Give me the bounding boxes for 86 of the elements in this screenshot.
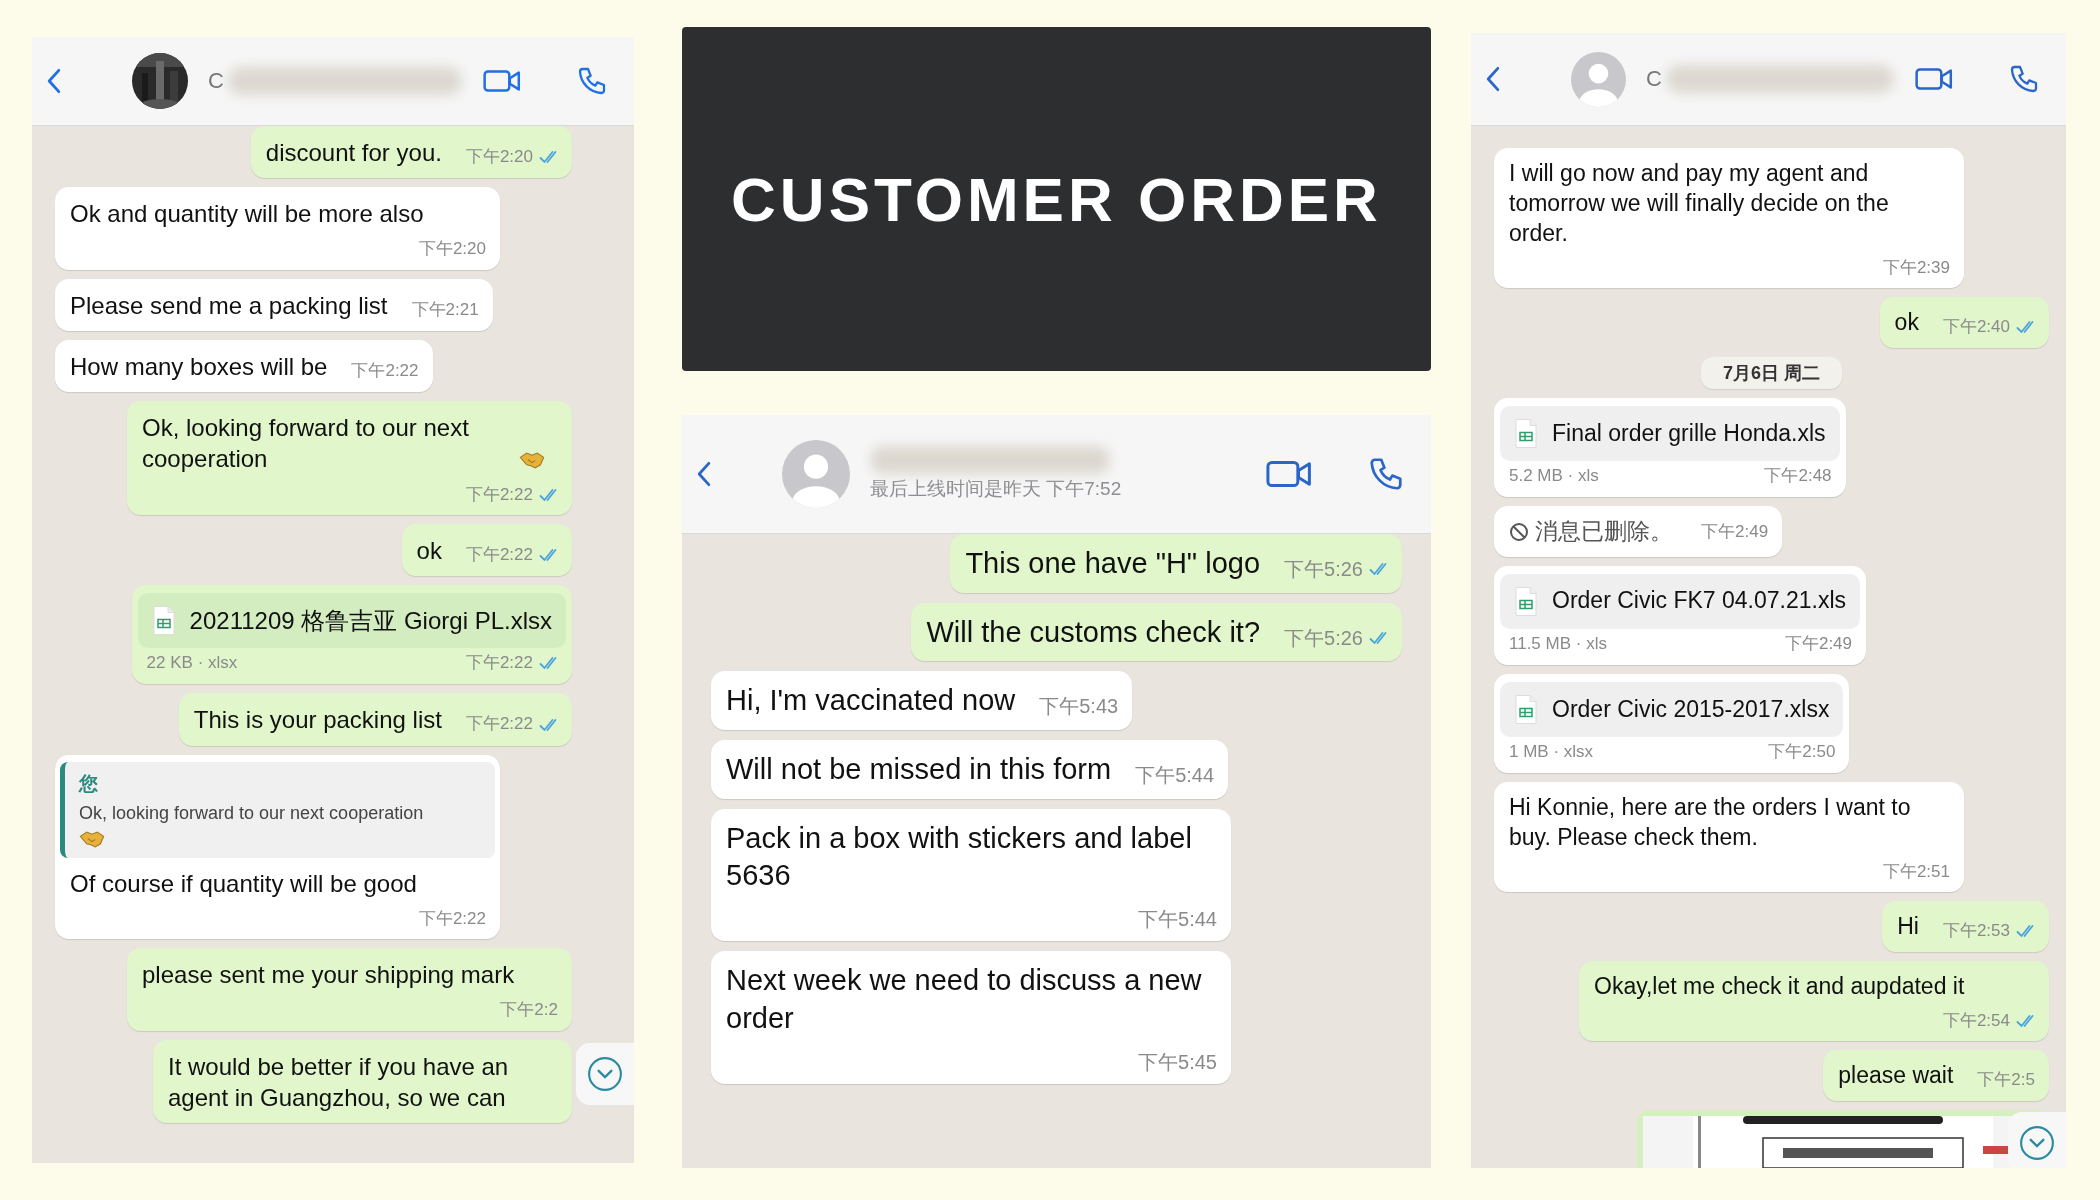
- file-attachment[interactable]: 20211209 格鲁吉亚 Giorgi PL.xlsx: [137, 593, 566, 649]
- message-text: Will the customs check it?: [926, 614, 1261, 650]
- message-text: This is your packing list: [193, 705, 442, 736]
- file-name: Order Civic 2015-2017.xlsx: [1552, 694, 1830, 724]
- banner-title: CUSTOMER ORDER: [731, 163, 1382, 235]
- message-text: Hi, I'm vaccinated now: [726, 683, 1016, 719]
- message-time: 下午5:26: [1284, 557, 1363, 581]
- message-text: It would be better if you have an agent in Guangzhou, so we can: [168, 1051, 510, 1113]
- file-name: Final order grille Honda.xls: [1552, 418, 1826, 448]
- message-time: 下午5:44: [1138, 907, 1217, 932]
- message-time: 下午2:50: [1768, 741, 1836, 763]
- phone-icon[interactable]: [1367, 455, 1405, 493]
- file-name: Order Civic FK7 04.07.21.xls: [1552, 586, 1846, 616]
- back-icon[interactable]: [696, 460, 712, 488]
- message-time: 下午2:22: [465, 544, 533, 566]
- message-time: 下午5:26: [1284, 625, 1363, 650]
- message-time: 下午2:5: [1977, 1070, 2035, 1091]
- message-text: Will not be missed in this form: [726, 752, 1112, 788]
- message-time: 下午2:2: [500, 1000, 558, 1021]
- video-call-icon[interactable]: [482, 67, 522, 95]
- message-text: How many boxes will be: [70, 351, 328, 382]
- message-text: Next week we need to discuss a new order: [726, 963, 1203, 1036]
- message-time: 下午2:39: [1882, 257, 1950, 279]
- message-time: 下午5:45: [1138, 1049, 1217, 1074]
- file-attachment[interactable]: Order Civic FK7 04.07.21.xls: [1500, 573, 1860, 629]
- message-text: Please send me a packing list: [70, 290, 388, 321]
- file-info: 5.2 MB · xls: [1509, 464, 1599, 487]
- message-text: 消息已删除。: [1535, 517, 1673, 547]
- deleted-icon: [1509, 522, 1529, 542]
- chevron-down-icon: [587, 1056, 623, 1092]
- last-seen-status: 最后上线时间是昨天 下午7:52: [870, 477, 1123, 501]
- back-icon[interactable]: [46, 67, 62, 95]
- message-text: ok: [1894, 308, 1919, 338]
- phone-icon[interactable]: [2008, 63, 2040, 95]
- date-separator: 7月6日 周二: [1701, 356, 1842, 389]
- message-time: 下午2:40: [1942, 317, 2010, 338]
- message-text: Hi Konnie, here are the orders I want to buy. Please check them.: [1509, 793, 1912, 852]
- message-time: 下午2:20: [418, 239, 486, 260]
- video-call-icon[interactable]: [1914, 65, 1954, 93]
- contact-name: C: [208, 68, 224, 94]
- message-time: 下午2:21: [411, 299, 479, 321]
- message-time: 下午2:22: [418, 908, 486, 930]
- message-text: Of course if quantity will be good: [70, 868, 417, 899]
- file-info: 11.5 MB · xls: [1509, 632, 1607, 655]
- message-time: 下午2:20: [465, 147, 533, 168]
- message-time: 下午2:22: [465, 653, 533, 674]
- message-time: 下午2:49: [1784, 633, 1852, 655]
- message-time: 下午2:22: [465, 714, 533, 735]
- file-info: 1 MB · xlsx: [1509, 741, 1594, 764]
- message-text: Okay,let me check it and aupdated it: [1594, 972, 1965, 1002]
- chevron-down-icon: [2019, 1125, 2055, 1161]
- message-text: please sent me your shipping mark: [142, 960, 515, 991]
- file-name: 20211209 格鲁吉亚 Giorgi PL.xlsx: [189, 606, 552, 637]
- spreadsheet-icon: [1514, 417, 1538, 449]
- message-time: 下午2:48: [1764, 465, 1832, 487]
- file-attachment[interactable]: Final order grille Honda.xls: [1500, 405, 1840, 461]
- message-time: 下午5:43: [1039, 694, 1119, 719]
- message-text: I will go now and pay my agent and tomorrow we will finally decide on the order.: [1509, 159, 1890, 248]
- message-time: 下午2:53: [1942, 921, 2010, 942]
- file-info: 22 KB · xlsx: [146, 652, 238, 675]
- message-time: 下午2:49: [1701, 521, 1769, 543]
- spreadsheet-icon: [151, 605, 176, 637]
- message-text: This one have "H" logo: [965, 546, 1261, 581]
- spreadsheet-icon: [1514, 694, 1538, 726]
- quote-text: Ok, looking forward to our next cooperation: [79, 802, 425, 826]
- spreadsheet-icon: [1514, 585, 1538, 617]
- back-icon[interactable]: [1485, 65, 1501, 93]
- message-text: Ok and quantity will be more also: [70, 199, 424, 230]
- file-attachment[interactable]: Order Civic 2015-2017.xlsx: [1500, 682, 1844, 738]
- message-text: discount for you.: [265, 138, 442, 168]
- message-time: 下午5:44: [1135, 763, 1215, 788]
- message-text: Pack in a box with stickers and label 5636: [726, 820, 1193, 894]
- scroll-down-button[interactable]: [2008, 1112, 2066, 1168]
- message-text: please wait: [1838, 1061, 1954, 1091]
- message-time: 下午2:51: [1882, 861, 1950, 883]
- quoted-message[interactable]: 您 Ok, looking forward to our next cooperation: [60, 761, 495, 858]
- scroll-down-button[interactable]: [576, 1043, 634, 1105]
- phone-icon[interactable]: [576, 65, 608, 97]
- message-time: 下午2:22: [351, 360, 419, 382]
- message-text: Hi: [1897, 912, 1919, 942]
- message-text: Ok, looking forward to our next cooperation: [142, 413, 470, 475]
- message-time: 下午2:54: [1942, 1011, 2010, 1032]
- message-time: 下午2:22: [465, 484, 533, 505]
- quote-author: 您: [79, 771, 99, 796]
- message-text: ok: [416, 535, 442, 566]
- contact-name: C: [1646, 66, 1662, 92]
